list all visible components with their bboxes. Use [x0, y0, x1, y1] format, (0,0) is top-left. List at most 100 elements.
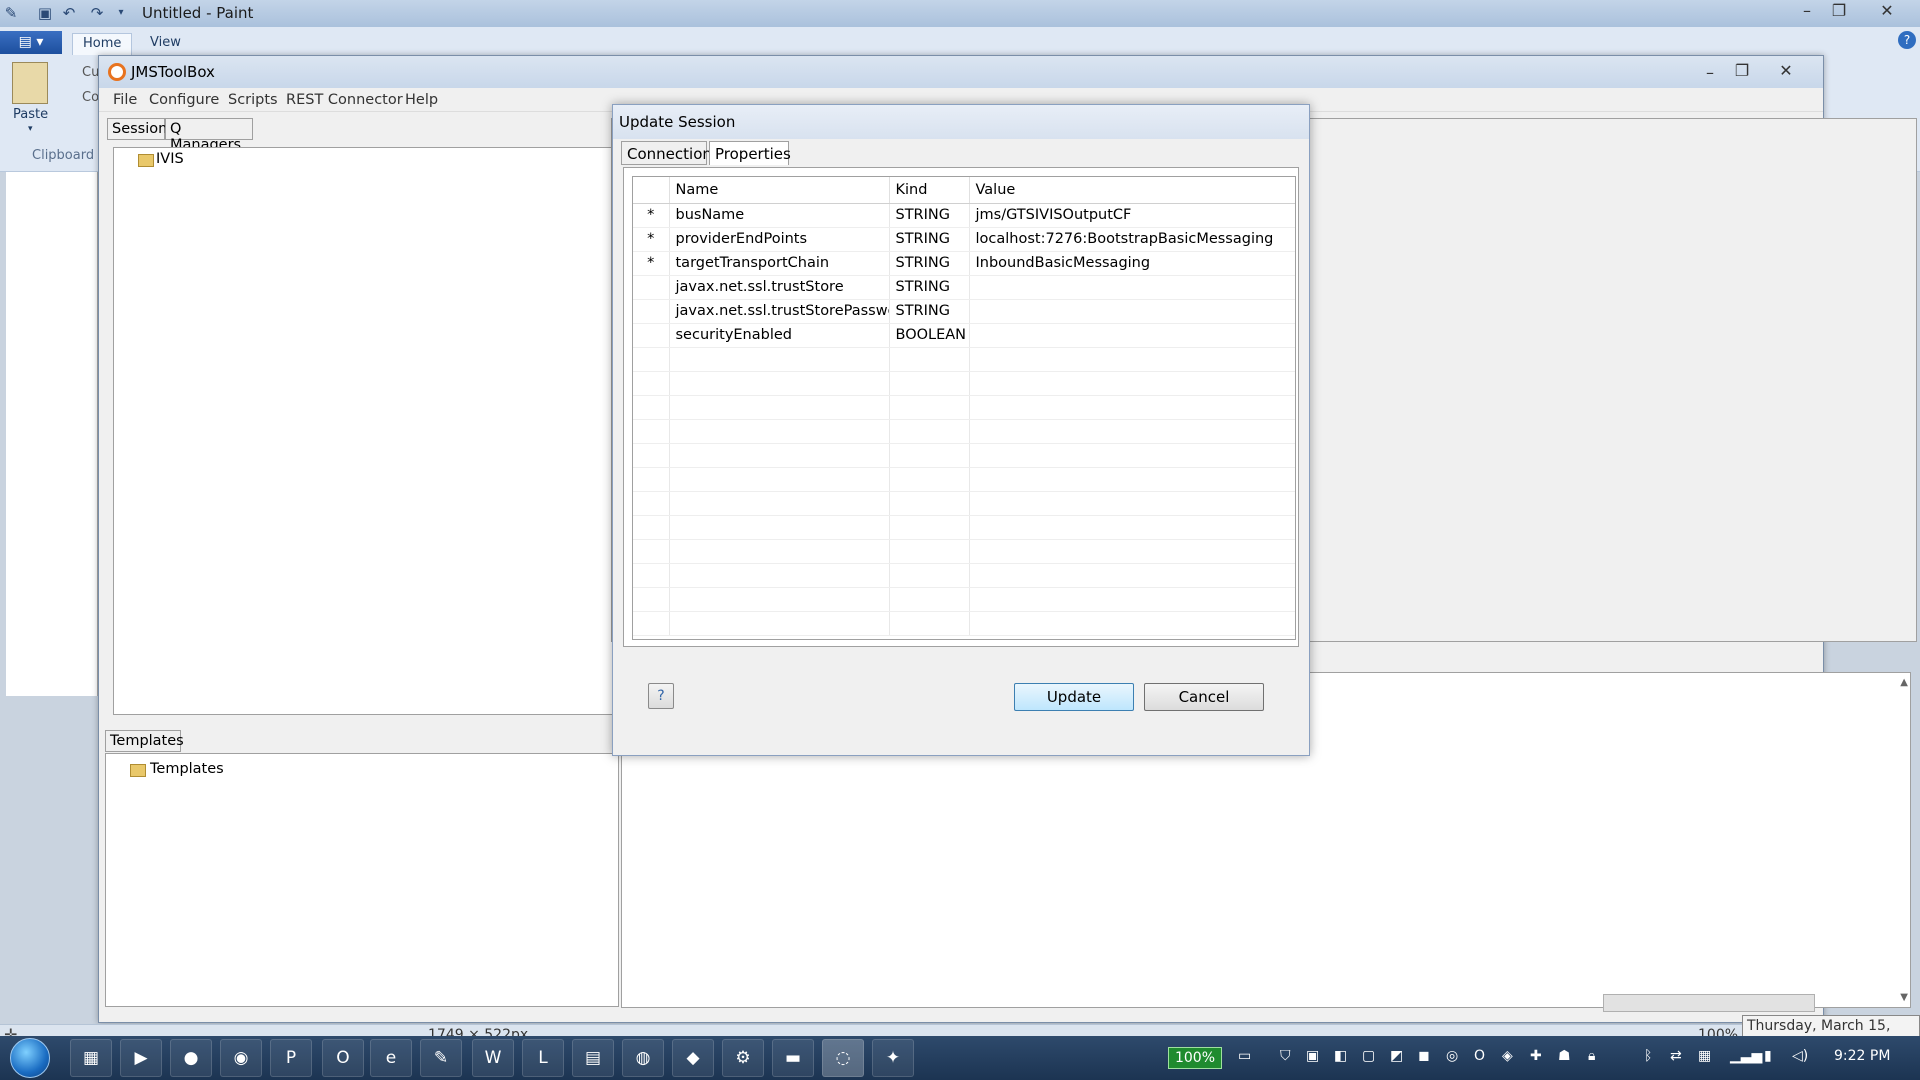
- explorer-icon[interactable]: ▦: [70, 1039, 112, 1077]
- jms-maximize-icon[interactable]: ❐: [1723, 60, 1761, 82]
- tray-app-icon[interactable]: ▢: [1362, 1048, 1375, 1064]
- tray-app-icon[interactable]: ◼: [1418, 1048, 1430, 1064]
- cell-value[interactable]: [969, 587, 1295, 612]
- firefox-icon[interactable]: ●: [170, 1039, 212, 1077]
- tray-app-icon[interactable]: ◩: [1390, 1048, 1403, 1064]
- cancel-button[interactable]: Cancel: [1144, 683, 1264, 711]
- table-row[interactable]: [633, 587, 1295, 612]
- lock-icon[interactable]: 🔒︎: [1588, 1048, 1595, 1064]
- table-row[interactable]: [633, 443, 1295, 468]
- tab-view[interactable]: View: [140, 33, 191, 52]
- redo-icon[interactable]: ↷: [88, 4, 106, 22]
- clock-time[interactable]: 9:22 PM: [1834, 1048, 1890, 1064]
- column-header-value[interactable]: Value: [969, 177, 1295, 204]
- internet-explorer-icon[interactable]: e: [370, 1039, 412, 1077]
- terminal-icon[interactable]: ▬: [772, 1039, 814, 1077]
- save-icon[interactable]: ▣: [36, 4, 54, 22]
- table-row[interactable]: * busName STRING jms/GTSIVISOutputCF: [633, 203, 1295, 228]
- visual-studio-icon[interactable]: ◆: [672, 1039, 714, 1077]
- table-row[interactable]: [633, 563, 1295, 588]
- horizontal-scrollbar[interactable]: [1603, 994, 1815, 1012]
- table-row[interactable]: securityEnabled BOOLEAN: [633, 323, 1295, 348]
- menu-rest-connector[interactable]: REST Connector: [286, 92, 403, 108]
- table-row[interactable]: [633, 611, 1295, 636]
- cell-value[interactable]: jms/GTSIVISOutputCF: [969, 203, 1295, 228]
- tree-item-ivis[interactable]: IVIS: [156, 151, 184, 167]
- table-row[interactable]: [633, 395, 1295, 420]
- paint-close-icon[interactable]: ✕: [1868, 0, 1906, 22]
- cell-value[interactable]: [969, 371, 1295, 396]
- cell-value[interactable]: InboundBasicMessaging: [969, 251, 1295, 276]
- table-row[interactable]: [633, 419, 1295, 444]
- cell-value[interactable]: localhost:7276:BootstrapBasicMessaging: [969, 227, 1295, 252]
- paste-label[interactable]: Paste: [13, 107, 48, 122]
- tray-app-icon[interactable]: ◈: [1502, 1048, 1513, 1064]
- outlook-icon[interactable]: O: [322, 1039, 364, 1077]
- tab-q-managers[interactable]: Q Managers: [165, 118, 253, 153]
- cell-value[interactable]: [969, 467, 1295, 492]
- remote-tool-icon[interactable]: ✦: [872, 1039, 914, 1077]
- tray-app-icon[interactable]: ✚: [1530, 1048, 1542, 1064]
- cell-value[interactable]: [969, 515, 1295, 540]
- jmstoolbox-taskbar-icon[interactable]: ◌: [822, 1039, 864, 1077]
- cell-value[interactable]: [969, 419, 1295, 444]
- tab-sessions[interactable]: Sessions: [107, 118, 175, 140]
- customize-toolbar-icon[interactable]: ▾: [112, 4, 130, 22]
- cell-value[interactable]: [969, 539, 1295, 564]
- shield-icon[interactable]: ⛉: [1280, 1048, 1291, 1064]
- column-header-kind[interactable]: Kind: [889, 177, 970, 204]
- clipboard-icon[interactable]: [12, 62, 48, 104]
- tree-item-templates[interactable]: Templates: [150, 761, 224, 777]
- paste-dropdown-icon[interactable]: ▾: [28, 124, 33, 134]
- cell-value[interactable]: [969, 395, 1295, 420]
- table-row[interactable]: [633, 371, 1295, 396]
- help-button[interactable]: ?: [648, 683, 674, 709]
- cell-value[interactable]: [969, 275, 1295, 300]
- power-icon[interactable]: ▮: [1764, 1048, 1772, 1064]
- table-row[interactable]: [633, 515, 1295, 540]
- paint-taskbar-icon[interactable]: ✎: [420, 1039, 462, 1077]
- battery-indicator[interactable]: 100%: [1168, 1047, 1222, 1069]
- column-header-name[interactable]: Name: [669, 177, 890, 204]
- table-row[interactable]: [633, 467, 1295, 492]
- table-row[interactable]: javax.net.ssl.trustStore STRING: [633, 275, 1295, 300]
- notepad-icon[interactable]: ▤: [572, 1039, 614, 1077]
- outlook-tray-icon[interactable]: O: [1474, 1048, 1485, 1064]
- scroll-down-icon[interactable]: ▼: [1900, 992, 1908, 1003]
- menu-scripts[interactable]: Scripts: [228, 92, 278, 108]
- cell-value[interactable]: [969, 491, 1295, 516]
- signal-icon[interactable]: ▁▃▅: [1730, 1048, 1762, 1064]
- cut-label[interactable]: Cu: [82, 65, 99, 80]
- globe-icon[interactable]: ◍: [622, 1039, 664, 1077]
- cell-value[interactable]: [969, 563, 1295, 588]
- start-button[interactable]: [10, 1038, 50, 1078]
- table-row[interactable]: [633, 347, 1295, 372]
- media-player-icon[interactable]: ▶: [120, 1039, 162, 1077]
- jms-close-icon[interactable]: ✕: [1767, 60, 1805, 82]
- tray-app-icon[interactable]: ◧: [1334, 1048, 1347, 1064]
- update-button[interactable]: Update: [1014, 683, 1134, 711]
- lync-icon[interactable]: L: [522, 1039, 564, 1077]
- menu-file[interactable]: File: [113, 92, 137, 108]
- tray-app-icon[interactable]: ▣: [1306, 1048, 1319, 1064]
- table-row[interactable]: * providerEndPoints STRING localhost:7276:B…: [633, 227, 1295, 252]
- word-icon[interactable]: W: [472, 1039, 514, 1077]
- paint-maximize-icon[interactable]: ❐: [1820, 0, 1858, 22]
- paint-canvas[interactable]: [6, 172, 98, 696]
- battery-icon[interactable]: ▭: [1238, 1048, 1251, 1064]
- tray-app-icon[interactable]: ▦: [1698, 1048, 1711, 1064]
- tab-templates[interactable]: Templates: [105, 730, 184, 752]
- app-settings-icon[interactable]: ⚙: [722, 1039, 764, 1077]
- column-header-required[interactable]: [633, 177, 670, 204]
- cell-value[interactable]: [969, 299, 1295, 324]
- chrome-icon[interactable]: ◉: [220, 1039, 262, 1077]
- scroll-up-icon[interactable]: ▲: [1900, 677, 1908, 688]
- bluetooth-icon[interactable]: ᛒ: [1644, 1048, 1652, 1064]
- paint-app-icon[interactable]: ✎: [2, 4, 20, 22]
- tab-home[interactable]: Home: [72, 33, 133, 55]
- table-row[interactable]: [633, 491, 1295, 516]
- tab-properties[interactable]: Properties: [709, 141, 791, 165]
- volume-icon[interactable]: ◁): [1792, 1048, 1808, 1064]
- undo-icon[interactable]: ↶: [60, 4, 78, 22]
- help-icon[interactable]: ?: [1898, 31, 1916, 49]
